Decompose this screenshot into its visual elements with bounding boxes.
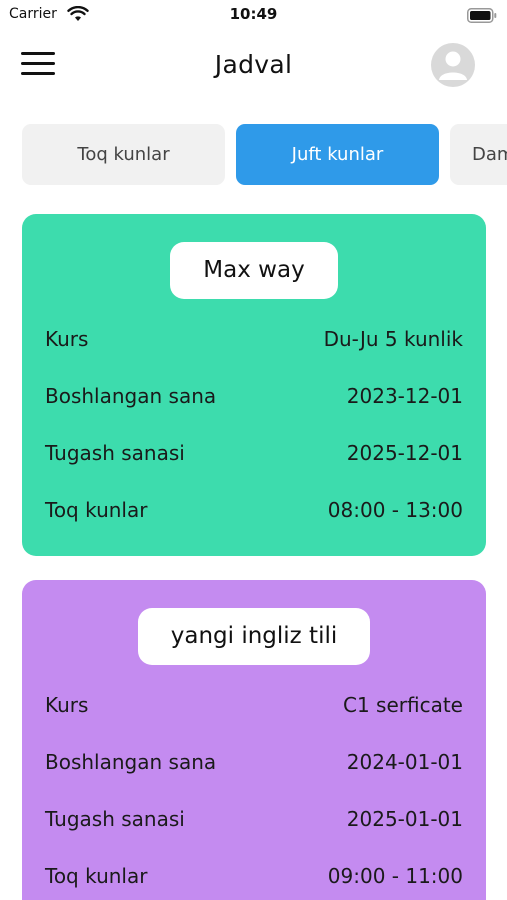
detail-row-start-date: Boshlangan sana 2024-01-01 [45, 750, 463, 807]
detail-label: Kurs [45, 327, 89, 351]
detail-label: Kurs [45, 693, 89, 717]
detail-value: 2025-12-01 [346, 441, 463, 465]
schedule-card[interactable]: Max way Kurs Du-Ju 5 kunlik Boshlangan s… [22, 214, 486, 556]
detail-value: 2024-01-01 [346, 750, 463, 774]
tab-juft-kunlar[interactable]: Juft kunlar [236, 124, 439, 185]
card-title: yangi ingliz tili [137, 608, 371, 665]
detail-value: 09:00 - 11:00 [327, 864, 463, 888]
detail-label: Boshlangan sana [45, 750, 217, 774]
card-details: Kurs C1 serficate Boshlangan sana 2024-0… [45, 693, 463, 900]
clock: 10:49 [229, 5, 278, 23]
detail-value: 2025-01-01 [346, 807, 463, 831]
schedule-card[interactable]: yangi ingliz tili Kurs C1 serficate Bosh… [22, 580, 486, 900]
detail-row-end-date: Tugash sanasi 2025-01-01 [45, 807, 463, 864]
detail-row-time: Toq kunlar 08:00 - 13:00 [45, 498, 463, 555]
detail-row-kurs: Kurs C1 serficate [45, 693, 463, 750]
detail-value: C1 serficate [343, 693, 463, 717]
status-bar: Carrier 10:49 [0, 0, 507, 32]
tab-dam[interactable]: Dam [450, 124, 507, 185]
detail-label: Tugash sanasi [45, 807, 185, 831]
tab-toq-kunlar[interactable]: Toq kunlar [22, 124, 225, 185]
detail-label: Toq kunlar [45, 864, 148, 888]
day-tabs: Toq kunlar Juft kunlar Dam [22, 124, 507, 186]
user-icon [439, 51, 467, 80]
detail-value: 2023-12-01 [346, 384, 463, 408]
detail-label: Toq kunlar [45, 498, 148, 522]
detail-value: 08:00 - 13:00 [327, 498, 463, 522]
card-details: Kurs Du-Ju 5 kunlik Boshlangan sana 2023… [45, 327, 463, 555]
detail-label: Tugash sanasi [45, 441, 185, 465]
detail-row-kurs: Kurs Du-Ju 5 kunlik [45, 327, 463, 384]
detail-value: Du-Ju 5 kunlik [323, 327, 463, 351]
detail-row-start-date: Boshlangan sana 2023-12-01 [45, 384, 463, 441]
app-header: Jadval [0, 38, 507, 96]
avatar[interactable] [431, 43, 475, 87]
card-title: Max way [170, 242, 338, 299]
detail-label: Boshlangan sana [45, 384, 217, 408]
detail-row-time: Toq kunlar 09:00 - 11:00 [45, 864, 463, 900]
battery-icon [467, 8, 497, 23]
detail-row-end-date: Tugash sanasi 2025-12-01 [45, 441, 463, 498]
